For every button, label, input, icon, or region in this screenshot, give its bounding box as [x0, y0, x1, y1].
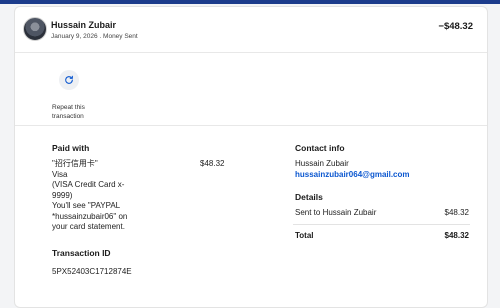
avatar — [23, 17, 47, 41]
contact-name: Hussain Zubair — [295, 159, 349, 168]
actions-section: Repeat this transaction — [15, 53, 487, 126]
total-label: Total — [295, 231, 314, 240]
recipient-name: Hussain Zubair — [51, 20, 117, 30]
transaction-date-type: January 9, 2026 . Money Sent — [51, 33, 138, 40]
payment-method-card-number: 9999) — [52, 190, 73, 200]
transaction-amount: −$48.32 — [438, 21, 473, 32]
total-amount: $48.32 — [444, 231, 469, 240]
statement-note-line: your card statement. — [52, 222, 125, 231]
refresh-icon — [65, 75, 73, 84]
sent-to-label: Sent to Hussain Zubair — [295, 208, 377, 217]
transaction-id-heading: Transaction ID — [52, 248, 111, 258]
payment-method-detail: (VISA Credit Card x- — [52, 180, 125, 189]
details-heading: Details — [295, 192, 323, 202]
paid-amount: $48.32 — [200, 159, 225, 168]
statement-note-line: *hussainzubair06" on — [52, 211, 128, 221]
payment-method-brand: Visa — [52, 169, 68, 179]
statement-note-line: You'll see "PAYPAL — [52, 201, 121, 210]
payment-method-name: "招行信用卡" — [52, 159, 98, 168]
contact-info-heading: Contact info — [295, 143, 345, 153]
transaction-card: Hussain Zubair January 9, 2026 . Money S… — [14, 6, 488, 308]
contact-email-link[interactable]: hussainzubair064@gmail.com — [295, 170, 410, 179]
paid-with-heading: Paid with — [52, 143, 90, 153]
transaction-header: Hussain Zubair January 9, 2026 . Money S… — [15, 7, 487, 53]
details-divider — [293, 224, 470, 225]
top-bar — [0, 0, 500, 4]
details-section: Paid with "招行信用卡" Visa (VISA Credit Card… — [15, 126, 487, 306]
sent-amount: $48.32 — [444, 208, 469, 217]
repeat-transaction-label[interactable]: Repeat this transaction — [52, 103, 102, 121]
repeat-transaction-button[interactable] — [59, 70, 79, 90]
transaction-id-value: 5PX52403C1712874E — [52, 267, 132, 276]
